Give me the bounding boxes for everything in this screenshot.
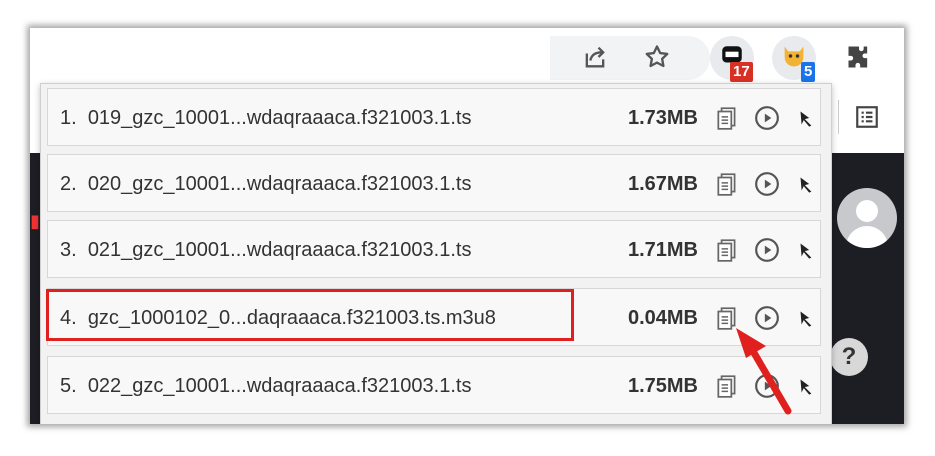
download-list-popup: 1. 019_gzc_10001...wdaqraaaca.f321003.1.… (40, 83, 832, 424)
play-icon[interactable] (754, 237, 780, 263)
divider (838, 100, 839, 134)
browser-window: 17 5 ▮ ? 1. 019_gzc_10001...wdaqraaaca.f… (30, 28, 904, 424)
list-item-highlighted[interactable]: 4. gzc_1000102_0...daqraaaca.f321003.ts.… (46, 288, 821, 346)
list-item[interactable]: 2. 020_gzc_10001...wdaqraaaca.f321003.1.… (47, 154, 821, 212)
file-size: 1.71MB (627, 239, 698, 261)
play-icon[interactable] (754, 171, 780, 197)
bookmarks-area (820, 88, 904, 153)
file-name: 2. 020_gzc_10001...wdaqraaaca.f321003.1.… (60, 173, 472, 195)
puzzle-icon[interactable] (842, 40, 876, 74)
file-name: 1. 019_gzc_10001...wdaqraaaca.f321003.1.… (60, 107, 472, 129)
browser-toolbar: 17 5 (30, 28, 904, 88)
play-icon[interactable] (754, 373, 780, 399)
reading-list-icon[interactable] (852, 102, 882, 132)
copy-icon[interactable] (714, 305, 740, 331)
help-button[interactable]: ? (830, 338, 868, 376)
file-size: 1.67MB (627, 173, 698, 195)
download-icon[interactable] (794, 373, 820, 399)
list-item[interactable]: 5. 022_gzc_10001...wdaqraaaca.f321003.1.… (47, 356, 821, 414)
extension-badge-button[interactable]: 17 (710, 36, 754, 82)
play-icon[interactable] (754, 105, 780, 131)
copy-icon[interactable] (714, 105, 740, 131)
avatar-body (846, 226, 888, 248)
star-icon[interactable] (640, 40, 674, 74)
share-icon[interactable] (578, 40, 612, 74)
copy-icon[interactable] (714, 373, 740, 399)
copy-icon[interactable] (714, 171, 740, 197)
file-size: 0.04MB (627, 307, 698, 329)
badge-count-red: 17 (730, 62, 753, 82)
avatar[interactable] (837, 188, 897, 248)
avatar-head (856, 200, 878, 222)
copy-icon[interactable] (714, 237, 740, 263)
play-icon[interactable] (754, 305, 780, 331)
omnibox-end (550, 36, 710, 80)
download-icon[interactable] (794, 105, 820, 131)
file-size: 1.75MB (627, 375, 698, 397)
list-item[interactable]: 3. 021_gzc_10001...wdaqraaaca.f321003.1.… (47, 220, 821, 278)
file-name: 5. 022_gzc_10001...wdaqraaaca.f321003.1.… (60, 375, 472, 397)
cat-extension-button[interactable]: 5 (772, 36, 816, 82)
file-name: 3. 021_gzc_10001...wdaqraaaca.f321003.1.… (60, 239, 472, 261)
download-icon[interactable] (794, 237, 820, 263)
page-fragment: ▮ (30, 211, 40, 231)
download-icon[interactable] (794, 305, 820, 331)
list-item[interactable]: 1. 019_gzc_10001...wdaqraaaca.f321003.1.… (47, 88, 821, 146)
file-name: 4. gzc_1000102_0...daqraaaca.f321003.ts.… (60, 307, 496, 329)
file-size: 1.73MB (627, 107, 698, 129)
badge-count-blue: 5 (801, 62, 816, 82)
download-icon[interactable] (794, 171, 820, 197)
